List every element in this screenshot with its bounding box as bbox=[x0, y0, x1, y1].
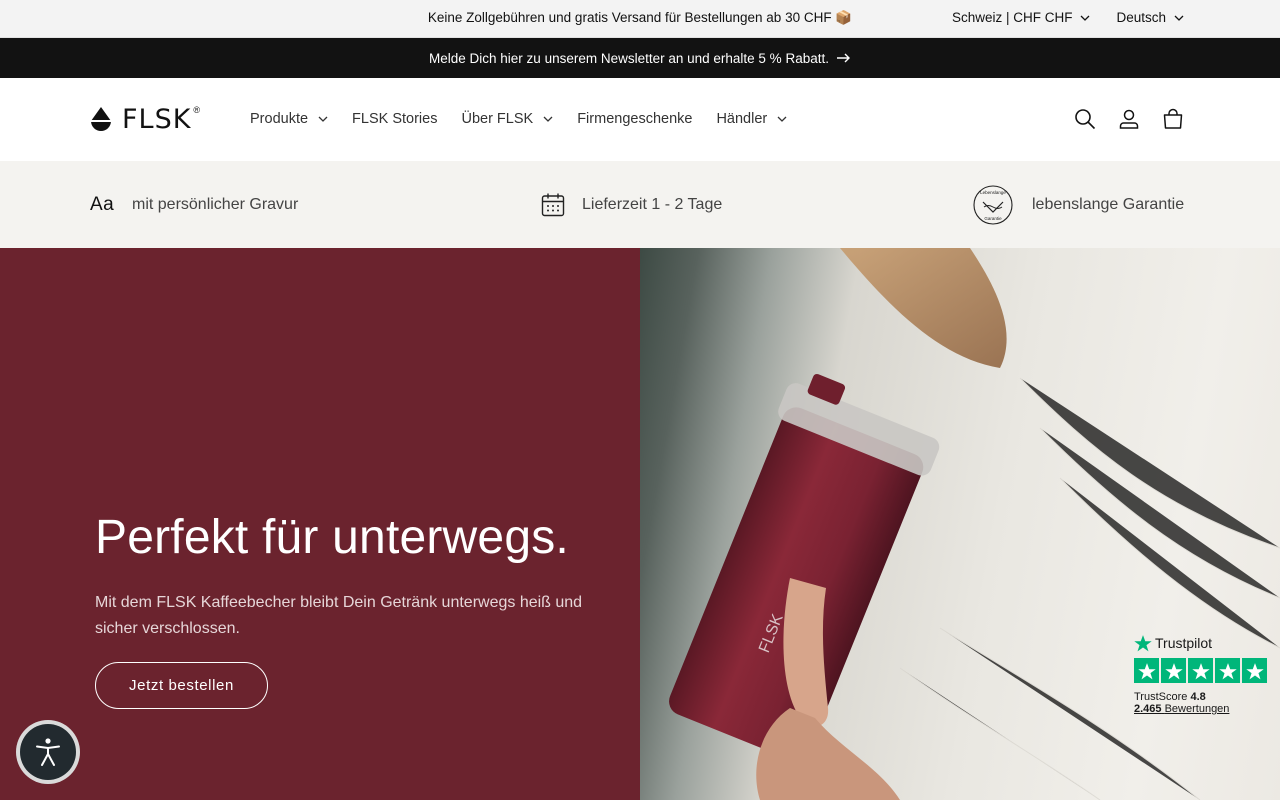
trustpilot-brand: Trustpilot bbox=[1155, 635, 1213, 651]
order-now-button[interactable]: Jetzt bestellen bbox=[95, 662, 268, 709]
account-icon[interactable] bbox=[1118, 108, 1140, 130]
nav-item-label: FLSK Stories bbox=[352, 111, 438, 127]
logo[interactable]: FLSK ® bbox=[90, 104, 201, 135]
trustpilot-rating-stars bbox=[1134, 658, 1274, 683]
drop-logo-icon bbox=[90, 107, 112, 131]
arrow-right-icon bbox=[836, 53, 850, 63]
cart-icon[interactable] bbox=[1162, 108, 1184, 130]
hero-photo-illustration: FLSK bbox=[669, 248, 1280, 800]
hero-subtitle: Mit dem FLSK Kaffeebecher bleibt Dein Ge… bbox=[95, 594, 583, 637]
usp-guarantee-text: lebenslange Garantie bbox=[1032, 195, 1185, 213]
announcement-bar: Keine Zollgebühren und gratis Versand fü… bbox=[0, 0, 1280, 38]
reviews-count: 2.465 bbox=[1134, 703, 1162, 715]
nav-item-label: Händler bbox=[716, 111, 768, 127]
nav-item-ueber-flsk[interactable]: Über FLSK bbox=[461, 111, 553, 127]
chevron-down-icon bbox=[1081, 15, 1090, 21]
nav-item-label: Produkte bbox=[250, 111, 309, 127]
language-selector-label: Deutsch bbox=[1116, 10, 1166, 25]
trustscore: TrustScore 4.8 bbox=[1134, 691, 1274, 703]
star-icon bbox=[1134, 658, 1159, 683]
trustpilot-reviews-link[interactable]: 2.465 Bewertungen bbox=[1134, 703, 1274, 715]
seal-text-top: Lebenslange bbox=[980, 190, 1006, 195]
seal-text-bottom: Garantie bbox=[984, 216, 1002, 221]
nav-item-firmengeschenke[interactable]: Firmengeschenke bbox=[577, 111, 692, 127]
star-icon bbox=[1161, 658, 1186, 683]
country-selector[interactable]: Schweiz | CHF CHF bbox=[952, 10, 1091, 25]
main-nav: Produkte FLSK Stories Über FLSK Firmenge… bbox=[250, 111, 787, 127]
usp-engraving: Aa mit persönlicher Gravur bbox=[90, 161, 298, 248]
trustscore-value: 4.8 bbox=[1190, 691, 1206, 703]
trustpilot-star-icon bbox=[1134, 635, 1152, 652]
header-icons bbox=[1074, 108, 1184, 130]
newsletter-text: Melde Dich hier zu unserem Newsletter an… bbox=[429, 50, 829, 66]
reviews-label: Bewertungen bbox=[1164, 703, 1230, 715]
accessibility-button-inner bbox=[20, 724, 76, 780]
nav-item-label: Über FLSK bbox=[461, 111, 534, 127]
trustpilot-widget[interactable]: Trustpilot TrustScore 4.8 2.465 Bewertun… bbox=[1134, 634, 1274, 715]
star-icon bbox=[1242, 658, 1267, 683]
usp-bar: Aa mit persönlicher Gravur Lieferzeit 1 … bbox=[0, 161, 1280, 248]
nav-item-haendler[interactable]: Händler bbox=[716, 111, 787, 127]
chevron-down-icon bbox=[318, 116, 328, 122]
nav-item-flsk-stories[interactable]: FLSK Stories bbox=[352, 111, 437, 127]
site-header: FLSK ® Produkte FLSK Stories Über FLSK F… bbox=[0, 78, 1280, 161]
logo-registered-mark: ® bbox=[193, 105, 201, 115]
engraving-icon: Aa bbox=[90, 193, 115, 215]
trustscore-label: TrustScore bbox=[1134, 691, 1188, 703]
star-icon bbox=[1188, 658, 1213, 683]
usp-engraving-text: mit persönlicher Gravur bbox=[132, 195, 299, 213]
logo-wordmark: FLSK bbox=[122, 104, 192, 135]
nav-item-produkte[interactable]: Produkte bbox=[250, 111, 328, 127]
calendar-icon bbox=[541, 193, 565, 216]
language-selector[interactable]: Deutsch bbox=[1116, 10, 1184, 25]
usp-delivery: Lieferzeit 1 - 2 Tage bbox=[540, 161, 722, 248]
usp-guarantee: Lebenslange Garantie lebenslange Garanti… bbox=[970, 161, 1184, 248]
hero-banner: FLSK Perfekt für unterwegs. Mit dem FLSK… bbox=[0, 248, 1280, 800]
country-selector-label: Schweiz | CHF CHF bbox=[951, 10, 1073, 25]
search-icon[interactable] bbox=[1074, 108, 1096, 130]
chevron-down-icon bbox=[1174, 15, 1184, 21]
chevron-down-icon bbox=[543, 116, 553, 122]
hero-title: Perfekt für unterwegs. bbox=[95, 511, 569, 564]
usp-delivery-text: Lieferzeit 1 - 2 Tage bbox=[582, 195, 723, 213]
star-icon bbox=[1215, 658, 1240, 683]
nav-item-label: Firmengeschenke bbox=[577, 111, 693, 127]
chevron-down-icon bbox=[777, 116, 787, 122]
localization-selectors: Schweiz | CHF CHF Deutsch bbox=[952, 10, 1184, 25]
hero-image: FLSK bbox=[640, 248, 1280, 800]
guarantee-seal-icon: Lebenslange Garantie bbox=[973, 184, 1013, 225]
newsletter-link[interactable]: Melde Dich hier zu unserem Newsletter an… bbox=[0, 38, 1280, 78]
accessibility-button[interactable] bbox=[16, 720, 80, 784]
accessibility-icon bbox=[36, 738, 60, 766]
trustpilot-header: Trustpilot bbox=[1134, 634, 1274, 652]
